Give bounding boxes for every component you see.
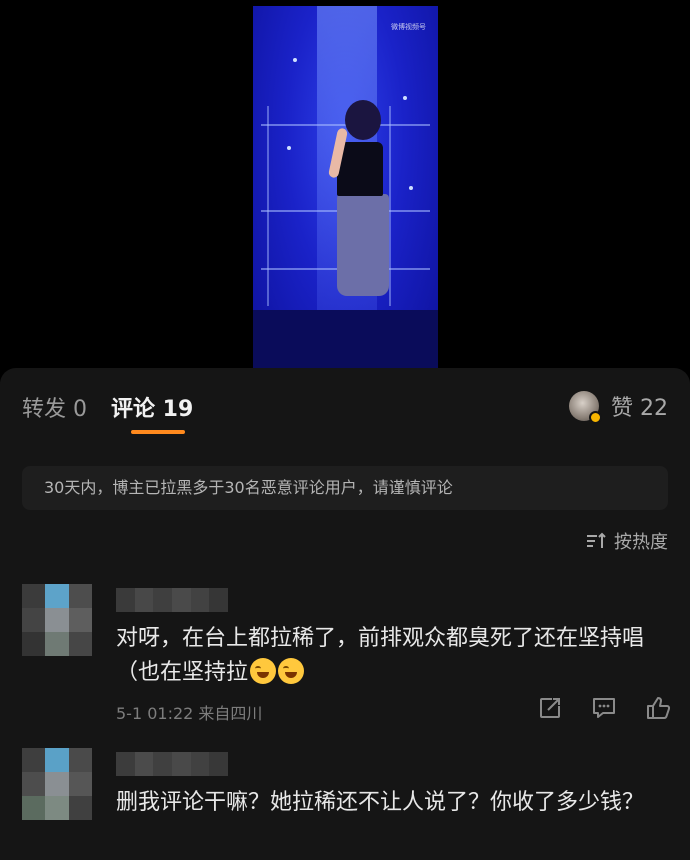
- sort-button[interactable]: 按热度: [586, 528, 668, 554]
- active-tab-indicator: [131, 430, 185, 434]
- sort-label: 按热度: [614, 532, 668, 553]
- comment-meta: 5-1 01:22 来自四川: [116, 704, 263, 723]
- stage-floor: [253, 310, 438, 370]
- tab-bar: 转发 0 评论 19: [22, 392, 217, 422]
- reply-icon[interactable]: [590, 694, 618, 722]
- username-pixelated[interactable]: [116, 752, 229, 776]
- likes-count: 赞 22: [611, 396, 668, 421]
- stage-light-dot: [287, 146, 291, 150]
- comment-sheet: 转发 0 评论 19 赞 22 30天内，博主已拉黑多于30名恶意评论用户，请谨…: [0, 368, 690, 860]
- user-avatar-pixelated[interactable]: [22, 584, 92, 656]
- verified-badge-icon: [589, 411, 602, 424]
- video-watermark: 微博视频号: [391, 23, 426, 31]
- comment-notice-banner: 30天内，博主已拉黑多于30名恶意评论用户，请谨慎评论: [22, 466, 668, 510]
- share-icon[interactable]: [536, 694, 564, 722]
- performer-skirt: [337, 194, 389, 296]
- like-icon[interactable]: [644, 694, 672, 722]
- stage-light-dot: [403, 96, 407, 100]
- crying-laugh-emoji: [278, 658, 305, 684]
- performer-top: [337, 142, 383, 196]
- video-player[interactable]: 微博视频号: [253, 6, 438, 370]
- stage-pole: [267, 106, 269, 306]
- tab-reposts[interactable]: 转发 0: [22, 391, 87, 423]
- stage-light-dot: [293, 58, 297, 62]
- sort-icon: [587, 532, 606, 548]
- crying-laugh-emoji: [250, 658, 277, 684]
- comment-text: 删我评论干嘛？她拉稀还不让人说了？你收了多少钱？: [116, 790, 645, 815]
- tab-comments[interactable]: 评论 19: [111, 391, 193, 423]
- username-pixelated[interactable]: [116, 588, 229, 612]
- likes-summary[interactable]: 赞 22: [569, 390, 668, 424]
- liker-avatar: [569, 391, 602, 424]
- performer-head: [345, 100, 381, 140]
- comment-text: 对呀，在台上都拉稀了，前排观众都臭死了还在坚持唱（也在坚持拉: [116, 626, 645, 685]
- comment-actions: [510, 694, 672, 722]
- user-avatar-pixelated[interactable]: [22, 748, 92, 820]
- stage-pole: [389, 106, 391, 306]
- stage-light-dot: [409, 186, 413, 190]
